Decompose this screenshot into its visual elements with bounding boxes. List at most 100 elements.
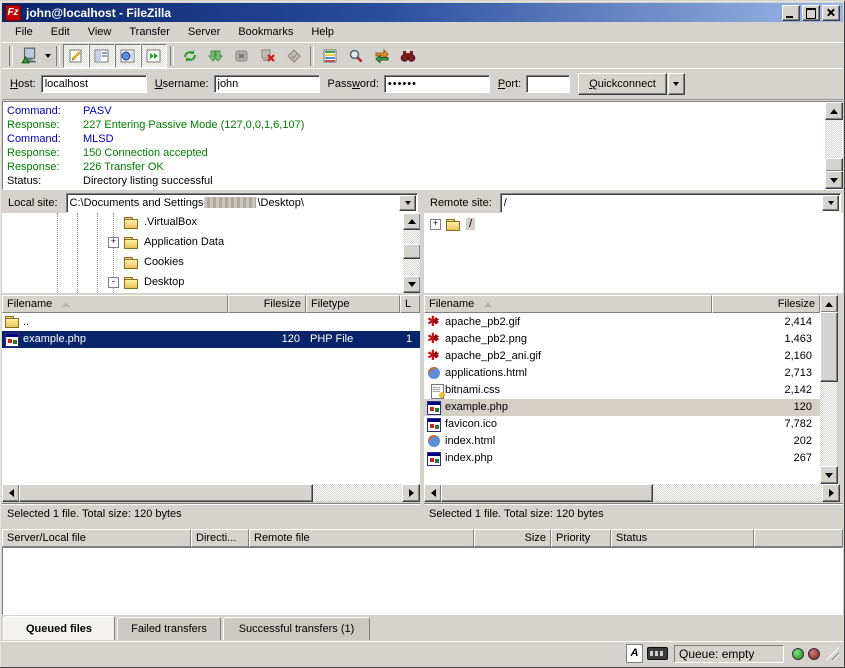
scroll-thumb[interactable]: [19, 484, 313, 502]
username-input[interactable]: [214, 75, 320, 93]
menu-file[interactable]: File: [6, 24, 42, 40]
scroll-down-button[interactable]: [820, 466, 838, 484]
tree-item[interactable]: .VirtualBox: [2, 213, 420, 233]
open-folder-icon: [446, 218, 461, 231]
scroll-up-button[interactable]: [825, 102, 843, 120]
local-tree-scrollbar[interactable]: [403, 213, 420, 293]
file-row[interactable]: bitnami.css 2,142: [424, 382, 820, 399]
tree-item[interactable]: + Application Data: [2, 233, 420, 253]
process-queue-button[interactable]: [203, 44, 229, 68]
menu-transfer[interactable]: Transfer: [120, 24, 179, 40]
tab-successful-transfers[interactable]: Successful transfers (1): [223, 617, 370, 640]
toggle-remote-tree-button[interactable]: [115, 44, 141, 68]
column-header-priority[interactable]: Priority: [551, 529, 611, 547]
menu-help[interactable]: Help: [302, 24, 343, 40]
scroll-down-button[interactable]: [825, 171, 843, 189]
scroll-thumb[interactable]: [820, 312, 838, 382]
refresh-button[interactable]: [177, 44, 203, 68]
site-manager-dropdown[interactable]: [42, 46, 53, 66]
tree-item-label[interactable]: Application Data: [144, 236, 224, 248]
close-button[interactable]: [822, 5, 840, 21]
password-input[interactable]: [384, 75, 490, 93]
ascii-datatype-icon[interactable]: A: [626, 644, 643, 663]
menu-bookmarks[interactable]: Bookmarks: [229, 24, 302, 40]
scroll-left-button[interactable]: [2, 484, 20, 502]
column-header-remote-file[interactable]: Remote file: [249, 529, 474, 547]
maximize-button[interactable]: [802, 5, 820, 21]
cancel-button[interactable]: [229, 44, 255, 68]
file-row[interactable]: index.php 267: [424, 450, 820, 467]
collapse-icon[interactable]: -: [108, 277, 119, 288]
tree-item-label[interactable]: /: [466, 218, 475, 230]
tree-item[interactable]: + /: [424, 215, 843, 235]
column-header-filetype[interactable]: Filetype: [306, 295, 400, 313]
quickconnect-button[interactable]: Quickconnect: [578, 73, 667, 95]
menu-edit[interactable]: Edit: [42, 24, 79, 40]
combo-dropdown-arrow[interactable]: [399, 195, 416, 211]
resize-grip[interactable]: [826, 647, 839, 660]
directory-comparison-icon: [322, 48, 338, 64]
file-row[interactable]: index.html 202: [424, 433, 820, 450]
directory-comparison-button[interactable]: [317, 44, 343, 68]
local-site-combo[interactable]: C:\Documents and Settings\Desktop\: [66, 193, 418, 213]
scroll-thumb[interactable]: [825, 158, 843, 172]
scroll-right-button[interactable]: [822, 484, 840, 502]
column-header-status[interactable]: Status: [611, 529, 754, 547]
tree-item-label[interactable]: .VirtualBox: [144, 216, 197, 228]
column-header-modified[interactable]: L: [400, 295, 420, 313]
remote-file-list: apache_pb2.gif 2,414 apache_pb2.png 1,46…: [424, 313, 820, 484]
file-row[interactable]: apache_pb2_ani.gif 2,160: [424, 348, 820, 365]
port-input[interactable]: [526, 75, 570, 93]
column-header-size[interactable]: Size: [474, 529, 551, 547]
file-row-selected[interactable]: example.php 120: [424, 399, 820, 416]
remote-vscrollbar[interactable]: [820, 295, 837, 484]
column-header-filesize[interactable]: Filesize: [712, 295, 820, 313]
combo-dropdown-arrow[interactable]: [822, 195, 839, 211]
disconnect-button[interactable]: [255, 44, 281, 68]
scroll-thumb[interactable]: [403, 244, 420, 259]
file-row-selected[interactable]: example.php 120 PHP File 1: [2, 331, 420, 348]
remote-hscrollbar[interactable]: [424, 484, 840, 501]
expand-icon[interactable]: +: [108, 237, 119, 248]
toggle-transfer-queue-button[interactable]: [141, 44, 167, 68]
column-header-filename[interactable]: Filename: [424, 295, 712, 313]
scroll-left-button[interactable]: [424, 484, 442, 502]
column-header-server-local-file[interactable]: Server/Local file: [2, 529, 191, 547]
quickconnect-dropdown[interactable]: [668, 73, 685, 95]
file-row[interactable]: apache_pb2.png 1,463: [424, 331, 820, 348]
expand-icon[interactable]: +: [430, 219, 441, 230]
column-header-filesize[interactable]: Filesize: [228, 295, 306, 313]
scroll-down-button[interactable]: [403, 276, 420, 293]
log-scrollbar[interactable]: [825, 102, 842, 189]
toggle-local-tree-button[interactable]: [89, 44, 115, 68]
menu-server[interactable]: Server: [179, 24, 229, 40]
scroll-up-button[interactable]: [403, 213, 420, 230]
synchronized-browsing-button[interactable]: [369, 44, 395, 68]
local-hscrollbar[interactable]: [2, 484, 420, 501]
tree-item-label[interactable]: Cookies: [144, 256, 184, 268]
reconnect-button[interactable]: [281, 44, 307, 68]
host-input[interactable]: [41, 75, 147, 93]
menu-view[interactable]: View: [79, 24, 121, 40]
site-manager-button[interactable]: [16, 44, 42, 68]
remote-site-combo[interactable]: /: [500, 193, 841, 213]
tree-item[interactable]: Cookies: [2, 253, 420, 273]
file-row[interactable]: applications.html 2,713: [424, 365, 820, 382]
minimize-button[interactable]: [782, 5, 800, 21]
speed-limit-icon[interactable]: [647, 647, 668, 660]
tree-item[interactable]: - Desktop: [2, 273, 420, 293]
tree-item-label[interactable]: Desktop: [144, 276, 184, 288]
scroll-up-button[interactable]: [820, 295, 838, 313]
file-row[interactable]: ..: [2, 314, 420, 331]
find-files-button[interactable]: [395, 44, 421, 68]
tab-queued-files[interactable]: Queued files: [3, 616, 115, 640]
scroll-right-button[interactable]: [402, 484, 420, 502]
file-search-button[interactable]: [343, 44, 369, 68]
scroll-thumb[interactable]: [441, 484, 653, 502]
toggle-message-log-button[interactable]: [63, 44, 89, 68]
file-row[interactable]: favicon.ico 7,782: [424, 416, 820, 433]
file-row[interactable]: apache_pb2.gif 2,414: [424, 314, 820, 331]
column-header-direction[interactable]: Directi...: [191, 529, 249, 547]
column-header-filename[interactable]: Filename: [2, 295, 228, 313]
tab-failed-transfers[interactable]: Failed transfers: [117, 617, 221, 640]
